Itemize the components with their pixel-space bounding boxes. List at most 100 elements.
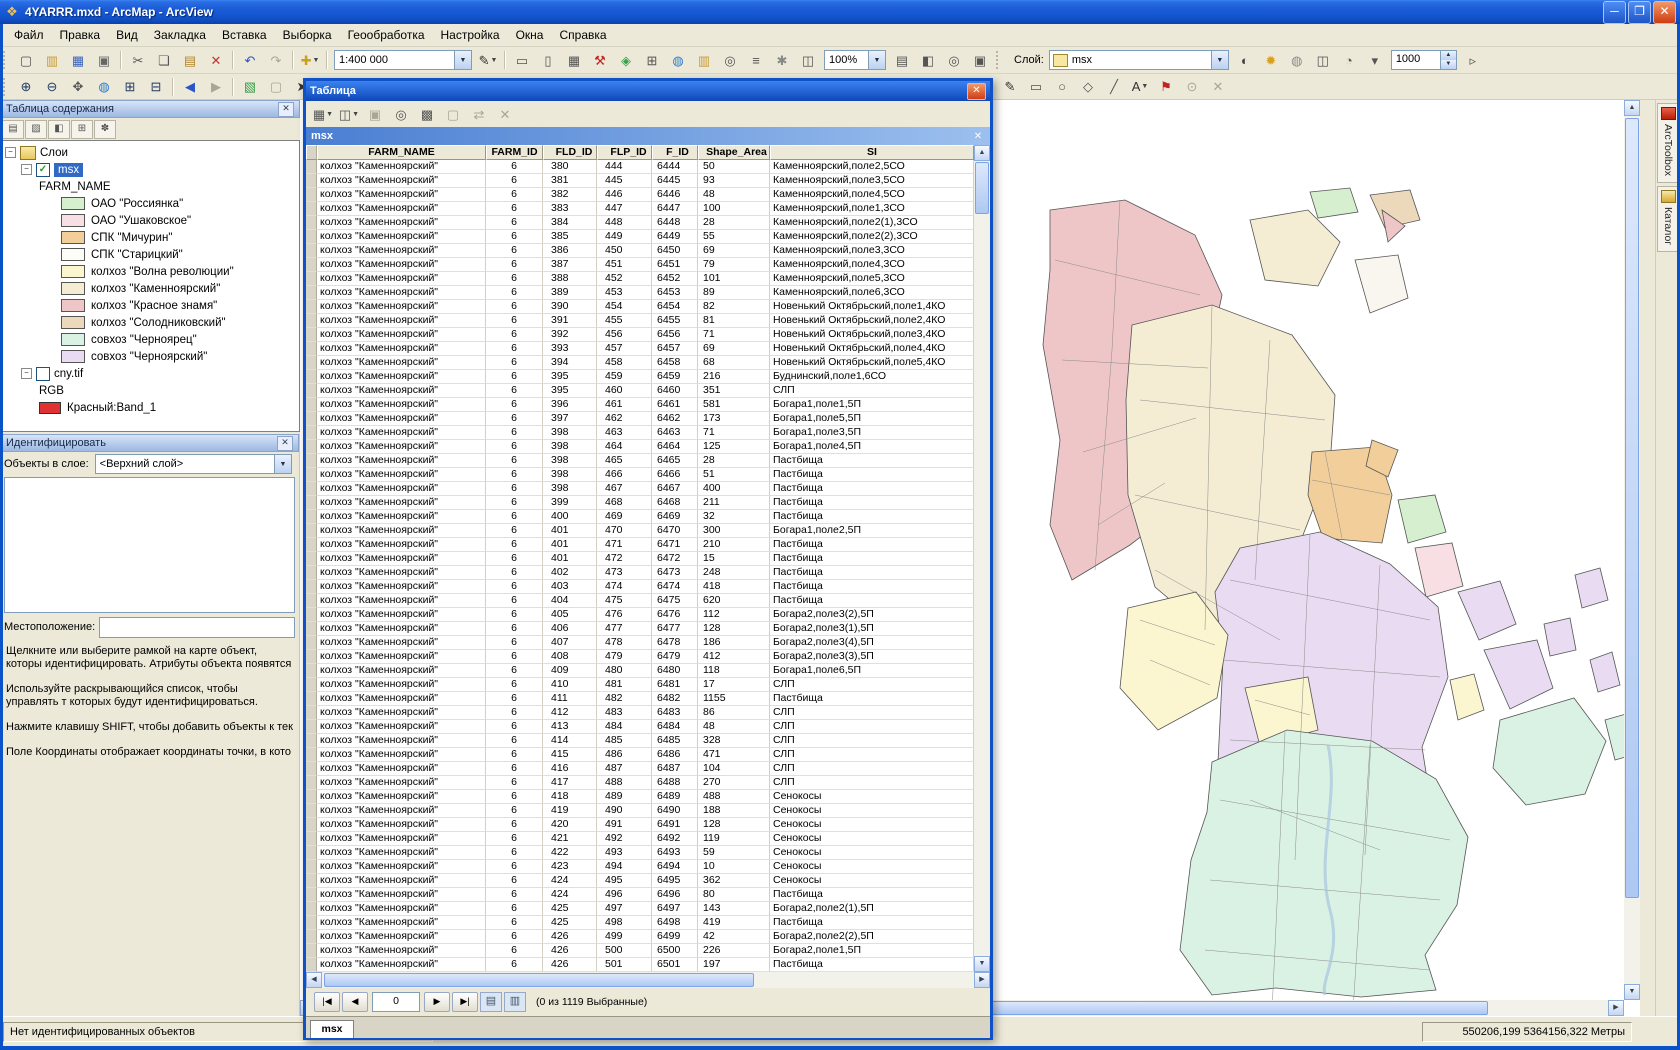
layer-combobox[interactable]: msx ▼ [1049,50,1229,70]
table-row[interactable]: колхоз "Каменноярский"64074786478186Бога… [306,636,990,650]
row-selector[interactable] [306,930,317,944]
arc-globe-button[interactable]: ◍ [666,48,690,72]
table-row[interactable]: колхоз "Каменноярский"6380444644450Камен… [306,160,990,174]
table-tab-msx[interactable]: msx [310,1020,354,1038]
row-selector[interactable] [306,496,317,510]
arccatalog-button[interactable]: ▥ [692,48,716,72]
line-tool-button[interactable]: ╱ [1102,75,1126,99]
table-row[interactable]: колхоз "Каменноярский"64014706470300Бога… [306,524,990,538]
chevron-down-icon[interactable]: ▼ [312,57,319,64]
transparency-button[interactable]: ◍ [1285,48,1309,72]
row-selector[interactable] [306,398,317,412]
table-row[interactable]: колхоз "Каменноярский"63984646464125Бога… [306,440,990,454]
polygon-tool-button[interactable]: ◇ [1076,75,1100,99]
column-header-SI[interactable]: SI [770,145,974,160]
identify-results-list[interactable] [4,477,295,613]
table-row[interactable]: колхоз "Каменноярский"64044756475620Паст… [306,594,990,608]
next-record-button[interactable]: ▶ [424,992,450,1012]
row-selector[interactable] [306,594,317,608]
toolbar-grip[interactable] [3,78,10,96]
legend-item[interactable]: ОАО "Россиянка" [61,195,299,212]
previous-record-button[interactable]: ◀ [342,992,368,1012]
map-region-rossiyanka-small[interactable] [1398,495,1446,543]
open-folder-button[interactable]: ▥ [40,48,64,72]
table-row[interactable]: колхоз "Каменноярский"64094806480118Бога… [306,664,990,678]
table-row[interactable]: колхоз "Каменноярский"63834476447100Каме… [306,202,990,216]
menu-Файл[interactable]: Файл [6,25,52,45]
print-button[interactable]: ▣ [92,48,116,72]
editor-pencil-button[interactable]: ✎▼ [476,48,500,72]
map-region-chernoyarsky-island-2[interactable] [1484,640,1553,709]
row-selector[interactable] [306,230,317,244]
effects-dropdown-button[interactable]: ▾ [1363,48,1387,72]
map-region-chernoyarsky-island-4[interactable] [1575,568,1608,608]
delete-button[interactable]: ✕ [204,48,228,72]
table-row[interactable]: колхоз "Каменноярский"64214926492119Сено… [306,832,990,846]
table-row[interactable]: колхоз "Каменноярский"6386450645069Камен… [306,244,990,258]
map-region-staritsky-island[interactable] [1355,255,1408,313]
table-row[interactable]: колхоз "Каменноярский"6398466646651Пастб… [306,468,990,482]
zoom-out-button[interactable]: ⊖ [40,75,64,99]
chevron-down-icon[interactable]: ▼ [1141,83,1148,90]
toc-window-button[interactable]: ▤ [890,48,914,72]
row-selector[interactable] [306,356,317,370]
layer-name-msx[interactable]: msx [54,163,83,177]
legend-item[interactable]: совхоз "Черноярский" [61,348,299,365]
row-selector[interactable] [306,818,317,832]
table-row[interactable]: колхоз "Каменноярский"64265016501197Паст… [306,958,990,972]
table-row[interactable]: колхоз "Каменноярский"6384448644828Камен… [306,216,990,230]
row-selector[interactable] [306,650,317,664]
map-region-chernoyarsky-island-3[interactable] [1544,618,1576,656]
legend-item[interactable]: ОАО "Ушаковское" [61,212,299,229]
column-header-FLP_ID[interactable]: FLP_ID [597,145,652,160]
text-tool-button[interactable]: A▼ [1128,75,1152,99]
add-data-button[interactable]: ✚▼ [298,48,322,72]
row-selector[interactable] [306,860,317,874]
identify-header[interactable]: Идентифицировать ✕ [0,434,299,452]
chevron-down-icon[interactable]: ▼ [490,57,497,64]
table-row[interactable]: колхоз "Каменноярский"64184896489488Сено… [306,790,990,804]
legend-item[interactable]: колхоз "Волна революции" [61,263,299,280]
row-selector[interactable] [306,832,317,846]
table-row[interactable]: колхоз "Каменноярский"6426499649942Богар… [306,930,990,944]
legend-item[interactable]: колхоз "Солодниковский" [61,314,299,331]
table-row[interactable]: колхоз "Каменноярский"6391455645581Новен… [306,314,990,328]
map-region-volna-island[interactable] [1450,674,1484,720]
menu-Вставка[interactable]: Вставка [214,25,275,45]
row-selector[interactable] [306,258,317,272]
column-header-F_ID[interactable]: F_ID [652,145,698,160]
legend-item[interactable]: колхоз "Красное знамя" [61,297,299,314]
current-record-field[interactable]: 0 [372,992,420,1012]
close-icon[interactable]: ✕ [971,131,985,142]
fixed-zoom-out-button[interactable]: ⊟ [144,75,168,99]
row-selector[interactable] [306,216,317,230]
map-region-kamennoyarsky-island-a[interactable] [1250,210,1340,286]
row-selector[interactable] [306,608,317,622]
table-row[interactable]: колхоз "Каменноярский"6422493649359Сенок… [306,846,990,860]
chevron-down-icon[interactable]: ▼ [454,51,471,69]
table-row[interactable]: колхоз "Каменноярский"63984676467400Паст… [306,482,990,496]
table-row[interactable]: колхоз "Каменноярский"63954606460351СЛП [306,384,990,398]
row-selector[interactable] [306,678,317,692]
row-selector[interactable] [306,734,317,748]
maximize-button[interactable]: ❐ [1628,1,1651,24]
table-row[interactable]: колхоз "Каменноярский"63964616461581Бога… [306,398,990,412]
row-selector[interactable] [306,300,317,314]
row-selector[interactable] [306,622,317,636]
row-selector[interactable] [306,510,317,524]
table-row[interactable]: колхоз "Каменноярский"64054766476112Бога… [306,608,990,622]
table-options-button[interactable]: ▦▼ [311,102,335,126]
row-selector[interactable] [306,538,317,552]
row-selector[interactable] [306,566,317,580]
row-selector[interactable] [306,160,317,174]
flicker-layer-button[interactable]: ◔ [1337,48,1361,72]
swipe-layer-button[interactable]: ◫ [1311,48,1335,72]
toolbar-grip[interactable] [3,51,10,69]
toc-tab-visible[interactable]: ◧ [48,120,70,139]
layer-checkbox-checked[interactable]: ✓ [36,163,50,177]
row-selector[interactable] [306,342,317,356]
chevron-down-icon[interactable]: ▼ [352,111,359,118]
row-selector[interactable] [306,720,317,734]
menu-Закладка[interactable]: Закладка [146,25,214,45]
find-in-table-button[interactable]: ◎ [389,102,413,126]
